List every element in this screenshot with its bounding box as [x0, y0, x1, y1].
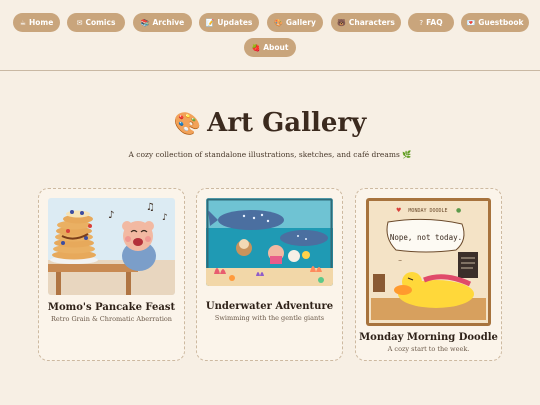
nav-archive-label: Archive: [152, 18, 185, 27]
nav-gallery[interactable]: 🎨 Gallery: [267, 13, 323, 32]
nav-updates[interactable]: 📝 Updates: [199, 13, 259, 32]
nav-updates-label: Updates: [217, 18, 253, 27]
svg-text:♪: ♪: [162, 213, 168, 223]
pancake-illustration-art: ♪ ♫ ♪: [48, 198, 175, 295]
card-title: Underwater Adventure: [205, 301, 334, 312]
monday-doodle-illustration-art: MONDAY DOODLE ♥ ● Nope, not today. ~: [366, 198, 491, 326]
doodle-speech-bubble-text: Nope, not today.: [390, 233, 462, 242]
page-title-text: Art Gallery: [207, 108, 367, 138]
envelope-icon: ✉: [76, 18, 83, 27]
card-subtitle: Swimming with the gentle giants: [214, 314, 325, 322]
nav-home[interactable]: ☕ Home: [13, 13, 60, 32]
page-title: 🎨 Art Gallery: [0, 108, 540, 138]
nav-faq[interactable]: ? FAQ: [408, 13, 454, 32]
strawberry-icon: 🍓: [251, 43, 261, 52]
svg-text:●: ●: [456, 207, 461, 214]
nav-guestbook[interactable]: 💌 Guestbook: [461, 13, 529, 32]
nav-faq-label: FAQ: [426, 18, 443, 27]
nav-gallery-label: Gallery: [285, 18, 316, 27]
card-title: Monday Morning Doodle: [359, 332, 498, 343]
underwater-illustration-art: [206, 198, 333, 286]
svg-text:♪: ♪: [108, 210, 114, 221]
love-letter-icon: 💌: [466, 18, 476, 27]
monday-doodle-illustration[interactable]: MONDAY DOODLE ♥ ● Nope, not today. ~: [366, 198, 491, 326]
coffee-icon: ☕: [19, 18, 26, 27]
nav-comics-label: Comics: [85, 18, 116, 27]
nav-about-label: About: [263, 43, 289, 52]
nav-guestbook-label: Guestbook: [478, 18, 524, 27]
nav-characters-label: Characters: [348, 18, 395, 27]
card-subtitle: A cozy start to the week.: [387, 345, 470, 353]
page-subtitle: A cozy collection of standalone illustra…: [128, 150, 412, 159]
pancake-illustration[interactable]: ♪ ♫ ♪: [48, 198, 175, 295]
bear-icon: 🐻: [337, 18, 346, 27]
question-icon: ?: [419, 18, 424, 27]
underwater-illustration[interactable]: [206, 198, 333, 286]
nav-archive[interactable]: 📚 Archive: [133, 13, 192, 32]
gallery-card-pancake[interactable]: ♪ ♫ ♪ Momo's Pancake Feast Retro Grain &…: [38, 188, 185, 361]
nav-comics[interactable]: ✉ Comics: [67, 13, 125, 32]
nav-characters[interactable]: 🐻 Characters: [331, 13, 401, 32]
card-subtitle: Retro Grain & Chromatic Aberration: [51, 315, 172, 323]
gallery-card-monday[interactable]: MONDAY DOODLE ♥ ● Nope, not today. ~ Mon…: [355, 188, 502, 361]
books-icon: 📚: [140, 18, 150, 27]
card-title: Momo's Pancake Feast: [47, 302, 176, 313]
svg-text:~: ~: [398, 258, 402, 264]
doodle-header-text: MONDAY DOODLE: [408, 208, 447, 214]
nav-about[interactable]: 🍓 About: [244, 38, 296, 57]
palette-icon: 🎨: [173, 111, 202, 137]
gallery-card-underwater[interactable]: Underwater Adventure Swimming with the g…: [196, 188, 343, 361]
svg-text:♫: ♫: [146, 202, 155, 213]
memo-icon: 📝: [205, 18, 215, 27]
top-navigation: ☕ Home ✉ Comics 📚 Archive 📝 Updates 🎨 Ga…: [0, 0, 540, 71]
palette-icon: 🎨: [274, 18, 283, 27]
nav-home-label: Home: [28, 18, 54, 27]
svg-text:♥: ♥: [396, 207, 401, 214]
